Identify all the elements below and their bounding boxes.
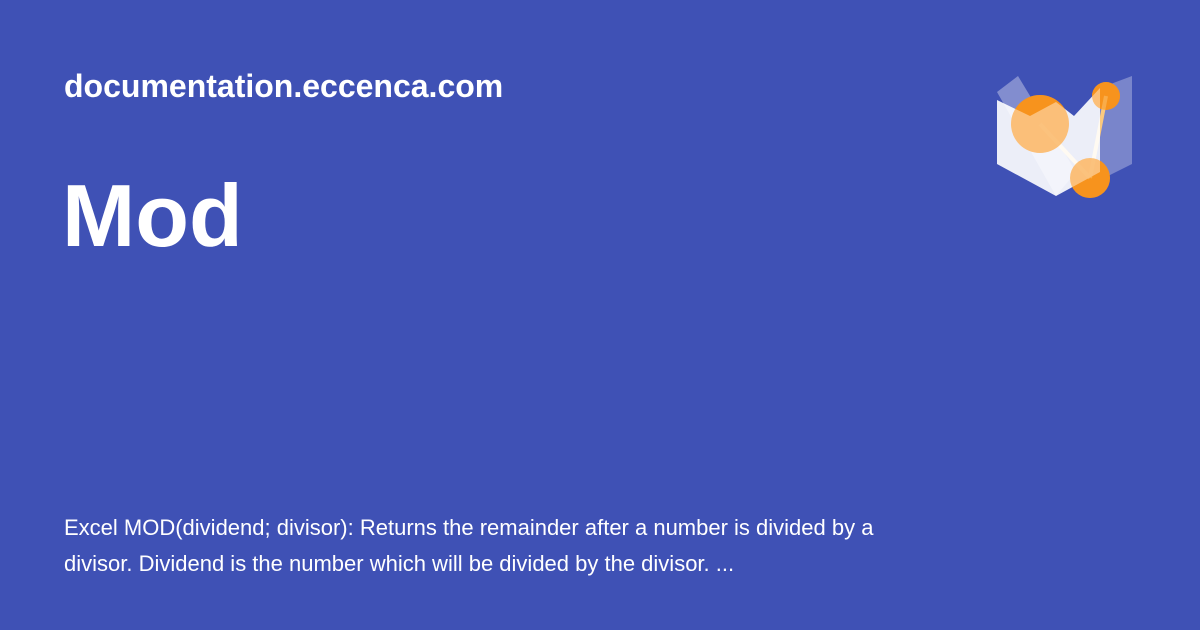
page-title: Mod	[62, 166, 243, 265]
site-domain: documentation.eccenca.com	[64, 68, 504, 104]
logo-circle-overlay	[1070, 158, 1110, 198]
logo-circle-overlay	[1092, 82, 1120, 110]
social-card: documentation.eccenca.com Mod Excel MOD(…	[0, 0, 1200, 630]
material-logo-icon	[990, 72, 1140, 202]
logo-graphic	[997, 76, 1132, 198]
logo-circle-overlay	[1011, 95, 1069, 153]
page-description: Excel MOD(dividend; divisor): Returns th…	[64, 515, 874, 576]
